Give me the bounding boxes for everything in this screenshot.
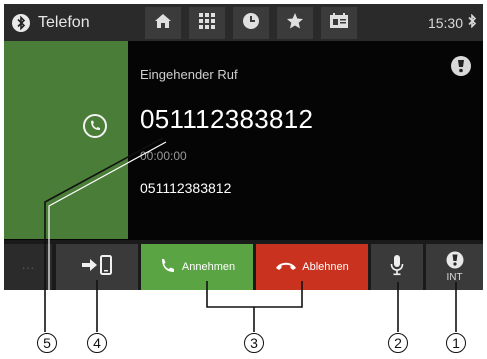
- bluetooth-status-icon: [463, 13, 477, 31]
- clock-icon: [242, 12, 260, 35]
- int-exclamation-icon: [446, 251, 464, 272]
- favorites-button[interactable]: [277, 7, 313, 39]
- reject-label: Ablehnen: [302, 261, 349, 273]
- transfer-to-phone-button[interactable]: [56, 244, 138, 290]
- contacts-icon: [329, 12, 349, 34]
- phone-accept-icon: [159, 257, 177, 278]
- info-icon[interactable]: [451, 56, 471, 76]
- callout-3: 3: [244, 333, 264, 353]
- call-duration: 00:00:00: [140, 149, 187, 163]
- bluetooth-icon: [12, 13, 30, 32]
- reject-call-button[interactable]: Ablehnen: [256, 244, 368, 290]
- microphone-icon: [390, 254, 404, 281]
- callout-2: 2: [388, 333, 408, 353]
- call-panel: [4, 41, 128, 239]
- accept-label: Annehmen: [181, 261, 236, 273]
- callout-5: 5: [37, 333, 57, 353]
- menu-grid-button[interactable]: [189, 7, 225, 39]
- phone-call-icon: [83, 114, 107, 138]
- home-icon: [154, 13, 172, 34]
- recent-calls-button[interactable]: [233, 7, 269, 39]
- call-status: Eingehender Ruf: [140, 67, 238, 82]
- grid-icon: [199, 12, 215, 34]
- app-title: Telefon: [38, 13, 90, 31]
- accept-call-button[interactable]: Annehmen: [141, 244, 253, 290]
- callout-1: 1: [446, 333, 466, 353]
- more-button[interactable]: ···: [4, 244, 52, 290]
- more-label: ···: [21, 259, 35, 275]
- clock-time: 15:30: [427, 14, 463, 31]
- contacts-button[interactable]: [321, 7, 357, 39]
- caller-number: 051112383812: [140, 104, 314, 134]
- int-button[interactable]: INT: [426, 244, 483, 290]
- int-label: INT: [446, 272, 463, 283]
- top-bar: Telefon 15:30: [4, 4, 483, 41]
- phone-screen: Telefon 15:30 Eingehender Ruf 0511123838…: [4, 4, 483, 290]
- caller-sub-number: 051112383812: [140, 180, 232, 196]
- callout-4: 4: [87, 333, 107, 353]
- transfer-to-phone-icon: [80, 254, 114, 280]
- star-icon: [286, 12, 304, 35]
- status-area: 15:30: [428, 4, 477, 41]
- microphone-mute-button[interactable]: [371, 244, 423, 290]
- home-button[interactable]: [145, 7, 181, 39]
- app-title-area: Telefon: [4, 4, 144, 41]
- phone-hangup-icon: [275, 260, 297, 275]
- bottom-action-bar: ··· Annehmen Ablehnen INT: [4, 240, 483, 290]
